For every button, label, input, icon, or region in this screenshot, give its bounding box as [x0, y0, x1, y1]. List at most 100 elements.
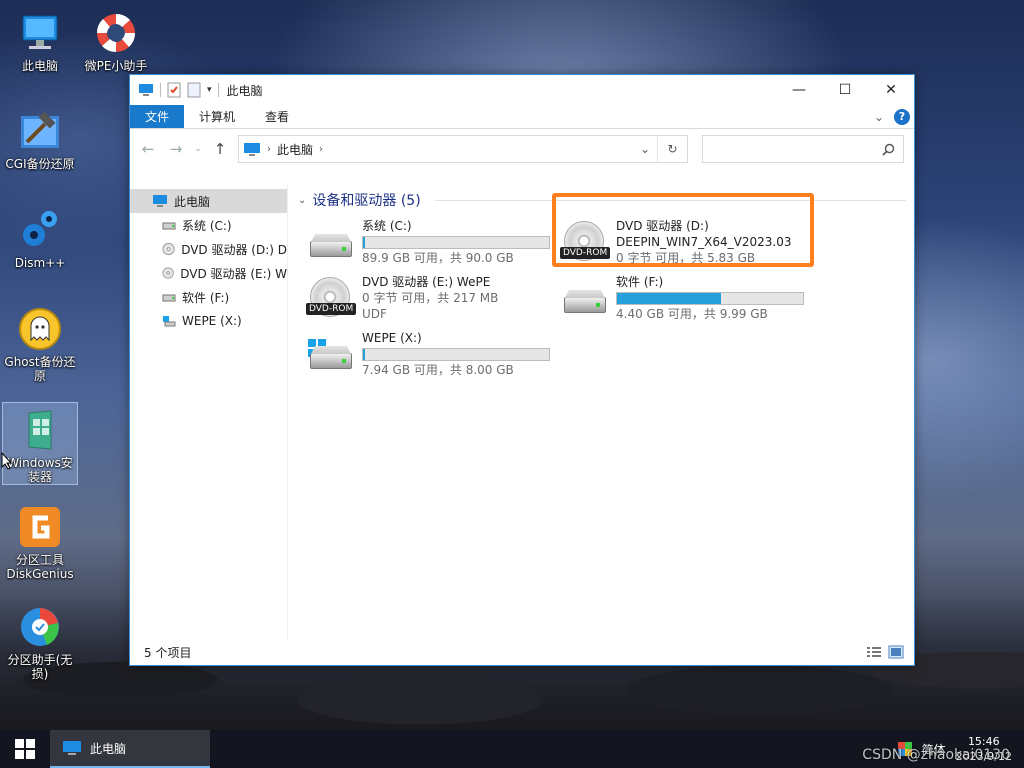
drive-name: 软件 (F:) [616, 275, 664, 289]
quick-access-toolbar: ▾ [138, 82, 219, 98]
desktop-icon-label: Dism++ [14, 256, 66, 270]
diskgenius-icon [17, 504, 63, 550]
search-icon [882, 143, 895, 156]
mouse-cursor-icon [1, 452, 13, 470]
breadcrumb-separator-icon[interactable]: › [319, 144, 323, 155]
taskbar-item-label: 此电脑 [90, 741, 127, 756]
sidebar-item-this-pc[interactable]: 此电脑 [130, 189, 287, 213]
desktop-icon-ghost[interactable]: Ghost备份还原 [2, 302, 78, 383]
item-count: 5 个项目 [144, 645, 192, 660]
sidebar-item-drive-d[interactable]: DVD 驱动器 (D:) D [130, 237, 287, 261]
drive-tile-x[interactable]: WEPE (X:) 7.94 GB 可用，共 8.00 GB [306, 327, 556, 385]
drive-name: WEPE (X:) [362, 331, 422, 345]
desktop-icon-dism[interactable]: Dism++ [2, 203, 78, 270]
sidebar-item-drive-e[interactable]: DVD 驱动器 (E:) W [130, 261, 287, 285]
refresh-button[interactable]: ↻ [657, 136, 687, 162]
watermark: CSDN @zhaokai0130 [862, 747, 1010, 763]
toolbar-separator [160, 83, 161, 97]
chevron-down-icon[interactable]: ⌄ [298, 195, 306, 206]
back-button[interactable]: ← [136, 137, 160, 161]
desktop-icon-label: 微PE小助手 [84, 59, 148, 73]
hard-drive-icon [560, 275, 612, 327]
address-bar[interactable]: › 此电脑 › ⌄ ↻ [238, 135, 688, 163]
breadcrumb-separator-icon[interactable]: › [267, 144, 271, 155]
sidebar-item-drive-x[interactable]: WEPE (X:) [130, 309, 287, 333]
ribbon-tabs: 文件 计算机 查看 ⌄ ? [130, 105, 914, 129]
desktop-icon-label: Ghost备份还原 [4, 355, 76, 383]
desktop-icon-pe-helper[interactable]: 微PE小助手 [78, 6, 154, 73]
drive-filesystem: UDF [362, 307, 387, 321]
navigation-bar: ← → ⌄ ↑ › 此电脑 › ⌄ ↻ [130, 129, 914, 169]
sidebar-item-label: 系统 (C:) [182, 218, 232, 233]
chevron-down-icon[interactable]: ▾ [207, 85, 212, 95]
drive-tile-d[interactable]: DVD-ROM DVD 驱动器 (D:) DEEPIN_WIN7_X64_V20… [560, 215, 810, 273]
navigation-pane: 此电脑 系统 (C:) DVD 驱动器 (D:) D DVD 驱动器 (E:) … [130, 185, 288, 639]
window-title: 此电脑 [226, 83, 263, 98]
search-input[interactable] [702, 135, 904, 163]
maximize-button[interactable]: ☐ [822, 75, 868, 105]
tab-computer[interactable]: 计算机 [184, 105, 250, 128]
up-button[interactable]: ↑ [208, 137, 232, 161]
new-folder-icon[interactable] [187, 82, 201, 98]
group-title: 设备和驱动器 (5) [312, 193, 421, 209]
desktop-icon-label: CGI备份还原 [5, 157, 75, 171]
hard-drive-icon [162, 294, 176, 302]
title-bar[interactable]: ▾ 此电脑 — ☐ ✕ [130, 75, 914, 105]
taskbar-item-this-pc[interactable]: 此电脑 [50, 730, 210, 768]
tiles-view-icon[interactable] [888, 645, 904, 659]
desktop-icon-label: 此电脑 [21, 59, 58, 73]
start-button[interactable] [0, 730, 50, 768]
explorer-body: 此电脑 系统 (C:) DVD 驱动器 (D:) D DVD 驱动器 (E:) … [130, 185, 914, 639]
dvd-icon: DVD-ROM [560, 219, 612, 271]
drive-tile-c[interactable]: 系统 (C:) 89.9 GB 可用，共 90.0 GB [306, 215, 556, 273]
toolbar-separator [217, 83, 219, 97]
computer-icon [153, 195, 167, 207]
network-drive-icon [163, 316, 176, 327]
computer-icon [244, 142, 260, 156]
drive-name: DVD 驱动器 (D:) [616, 219, 709, 233]
tab-file[interactable]: 文件 [130, 105, 185, 128]
help-icon[interactable]: ? [894, 108, 910, 125]
drive-capacity-text: 7.94 GB 可用，共 8.00 GB [362, 363, 514, 377]
drive-capacity-text: 0 字节 可用，共 217 MB [362, 291, 499, 305]
desktop-icon-cgi-backup[interactable]: CGI备份还原 [2, 104, 78, 171]
drive-tile-f[interactable]: 软件 (F:) 4.40 GB 可用，共 9.99 GB [560, 271, 810, 329]
forward-button[interactable]: → [164, 137, 188, 161]
sidebar-item-drive-c[interactable]: 系统 (C:) [130, 213, 287, 237]
sidebar-item-label: DVD 驱动器 (E:) W [180, 266, 287, 281]
hammer-icon [17, 108, 63, 154]
expand-ribbon-icon[interactable]: ⌄ [874, 110, 884, 124]
drive-volume-label: DEEPIN_WIN7_X64_V2023.03 [616, 235, 792, 249]
sidebar-item-label: DVD 驱动器 (D:) D [181, 242, 287, 257]
minimize-button[interactable]: — [776, 75, 822, 105]
dvd-rom-badge: DVD-ROM [306, 303, 357, 315]
capacity-bar [362, 348, 550, 361]
close-button[interactable]: ✕ [868, 75, 914, 105]
desktop-icon-label: 分区工具DiskGenius [6, 553, 74, 581]
desktop-icon-windows-installer[interactable]: Windows安装器 [2, 402, 78, 485]
sidebar-item-drive-f[interactable]: 软件 (F:) [130, 285, 287, 309]
windows-installer-icon [17, 407, 63, 453]
desktop-icon-this-pc[interactable]: 此电脑 [2, 6, 78, 73]
desktop-icon-label: 分区助手(无损) [7, 653, 73, 681]
details-view-icon[interactable] [866, 645, 882, 659]
tab-view[interactable]: 查看 [250, 105, 304, 128]
content-pane: ⌄ 设备和驱动器 (5) 系统 (C:) 89.9 GB 可用，共 90.0 G… [288, 185, 914, 639]
address-dropdown-icon[interactable]: ⌄ [633, 142, 657, 156]
drive-tile-e[interactable]: DVD-ROM DVD 驱动器 (E:) WePE 0 字节 可用，共 217 … [306, 271, 556, 329]
hard-drive-icon [162, 222, 176, 230]
explorer-window: ▾ 此电脑 — ☐ ✕ 文件 计算机 查看 ⌄ ? ← → ⌄ ↑ › 此电脑 … [129, 74, 915, 666]
breadcrumb[interactable]: 此电脑 [277, 141, 313, 158]
drive-capacity-text: 89.9 GB 可用，共 90.0 GB [362, 251, 514, 265]
desktop-icon-partition-assistant[interactable]: 分区助手(无损) [2, 600, 78, 681]
drive-capacity-text: 4.40 GB 可用，共 9.99 GB [616, 307, 768, 321]
capacity-bar [616, 292, 804, 305]
recent-locations-button[interactable]: ⌄ [192, 137, 204, 161]
dvd-icon [162, 242, 175, 256]
lifebuoy-icon [93, 10, 139, 56]
properties-icon[interactable] [167, 82, 181, 98]
windows-logo-icon [15, 739, 35, 759]
sidebar-item-label: WEPE (X:) [182, 314, 242, 328]
partition-assistant-icon [17, 604, 63, 650]
desktop-icon-diskgenius[interactable]: 分区工具DiskGenius [2, 500, 78, 581]
